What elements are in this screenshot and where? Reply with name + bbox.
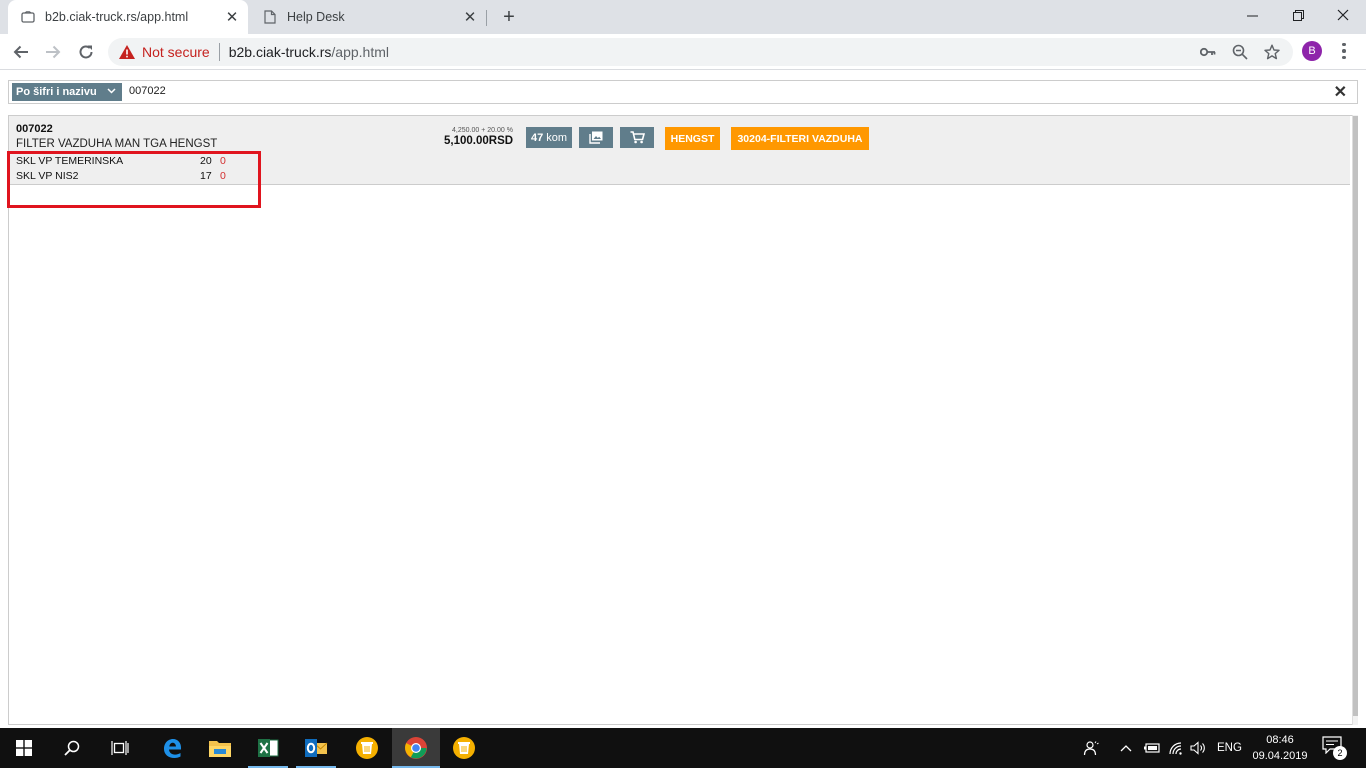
volume-icon[interactable] (1190, 728, 1208, 768)
clock-time: 08:46 (1266, 734, 1294, 746)
notification-count: 2 (1333, 746, 1347, 760)
clear-search-icon[interactable]: ✕ (1334, 82, 1347, 102)
file-explorer-app[interactable] (196, 728, 244, 768)
archiver-app-2[interactable] (440, 728, 488, 768)
url-host: b2b.ciak-truck.rs (228, 44, 332, 60)
people-icon[interactable] (1083, 728, 1099, 768)
search-bar: Po šifri i nazivu 007022 ✕ (8, 80, 1358, 104)
tab-separator (486, 10, 487, 26)
url-text[interactable]: b2b.ciak-truck.rs/app.html (229, 44, 389, 60)
taskbar: ENG 08:46 09.04.2019 2 (0, 728, 1366, 768)
price-breakdown: 4,250.00 + 20.00 % (452, 127, 513, 134)
chrome-icon (405, 737, 427, 759)
browser-tabstrip: b2b.ciak-truck.rs/app.html ✕ Help Desk ✕… (0, 0, 1366, 34)
outlook-icon (305, 739, 328, 757)
forward-button[interactable] (39, 38, 67, 66)
input-language[interactable]: ENG (1217, 728, 1242, 768)
browser-toolbar: Not secure b2b.ciak-truck.rs/app.html B (0, 34, 1366, 70)
product-code: 007022 (16, 123, 53, 135)
start-button[interactable] (0, 728, 48, 768)
close-window-button[interactable] (1320, 0, 1366, 30)
chevron-down-icon (107, 86, 116, 96)
security-label[interactable]: Not secure (142, 44, 210, 60)
quantity-value: 47 (530, 131, 544, 144)
wifi-icon[interactable] (1168, 728, 1184, 768)
archiver-app[interactable] (343, 728, 391, 768)
profile-avatar[interactable]: B (1302, 41, 1322, 61)
address-bar[interactable]: Not secure b2b.ciak-truck.rs/app.html (108, 38, 1293, 66)
show-hidden-icons-icon[interactable] (1120, 728, 1132, 768)
close-tab-icon[interactable]: ✕ (224, 9, 240, 26)
stock-highlight-box (7, 151, 261, 208)
browser-menu-icon[interactable] (1336, 40, 1352, 62)
omnibox-divider (218, 43, 220, 61)
warning-icon (119, 45, 135, 59)
edge-icon (164, 739, 181, 758)
excel-icon (258, 739, 279, 757)
action-center-button[interactable]: 2 (1322, 736, 1348, 760)
tab-help-desk[interactable]: Help Desk ✕ (250, 0, 486, 34)
reload-button[interactable] (72, 38, 100, 66)
archive-icon (356, 737, 378, 759)
bookmark-star-icon[interactable] (1260, 38, 1284, 66)
cart-icon (630, 131, 645, 144)
windows-logo-icon (16, 740, 32, 756)
quantity-button[interactable]: 47 kom (526, 127, 572, 148)
close-tab-icon[interactable]: ✕ (462, 9, 478, 26)
brand-tag[interactable]: HENGST (665, 127, 720, 150)
minimize-button[interactable] (1229, 0, 1275, 30)
back-button[interactable] (7, 38, 35, 66)
battery-icon[interactable] (1143, 728, 1161, 768)
price-total: 5,100.00RSD (444, 135, 514, 147)
search-button[interactable] (48, 728, 96, 768)
tab-title: b2b.ciak-truck.rs/app.html (45, 10, 189, 24)
task-view-icon (111, 741, 129, 755)
product-group-tag[interactable]: 30204-FILTERI VAZDUHA (731, 127, 869, 150)
tab-title: Help Desk (287, 10, 345, 24)
gallery-button[interactable] (579, 127, 613, 148)
document-icon (262, 9, 278, 25)
tab-b2b-app[interactable]: b2b.ciak-truck.rs/app.html ✕ (8, 0, 248, 34)
search-mode-select[interactable]: Po šifri i nazivu (12, 83, 122, 101)
scrollbar-thumb[interactable] (1353, 116, 1358, 716)
excel-app[interactable] (244, 728, 292, 768)
search-input[interactable]: 007022 (129, 85, 166, 97)
archive-icon (453, 737, 475, 759)
restore-button[interactable] (1275, 0, 1321, 30)
folder-icon (209, 741, 231, 757)
task-view-button[interactable] (96, 728, 144, 768)
quantity-unit: kom (546, 131, 568, 144)
new-tab-button[interactable]: + (499, 6, 519, 28)
outlook-app[interactable] (292, 728, 340, 768)
add-to-cart-button[interactable] (620, 127, 654, 148)
edge-app[interactable] (148, 728, 196, 768)
system-clock[interactable]: 08:46 09.04.2019 (1251, 732, 1309, 764)
page-icon (20, 9, 36, 25)
clock-date: 09.04.2019 (1252, 750, 1308, 762)
zoom-icon[interactable] (1228, 38, 1252, 66)
search-mode-label: Po šifri i nazivu (16, 86, 97, 98)
product-name: FILTER VAZDUHA MAN TGA HENGST (16, 138, 218, 150)
image-gallery-icon (589, 131, 603, 144)
url-path: /app.html (331, 44, 389, 60)
chrome-app[interactable] (392, 728, 440, 768)
search-icon (64, 740, 80, 756)
key-icon[interactable] (1196, 38, 1220, 66)
